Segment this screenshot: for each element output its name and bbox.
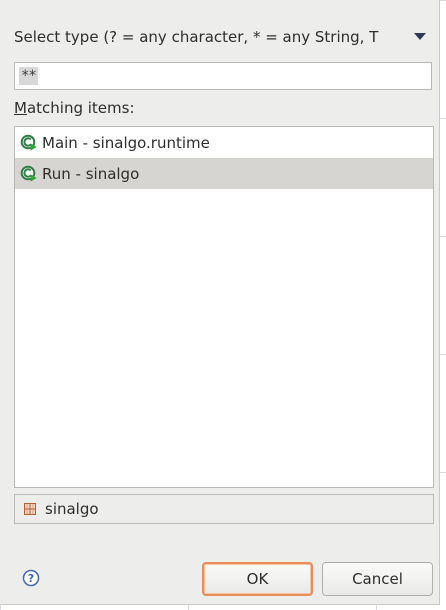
matching-items-list[interactable]: Main - sinalgo.runtime Run - sinalgo (14, 126, 434, 488)
package-label: sinalgo (45, 500, 99, 518)
type-search-input[interactable]: ** (14, 62, 432, 90)
list-item-label: Main - sinalgo.runtime (42, 133, 210, 152)
triangle-down-icon[interactable] (410, 27, 430, 47)
type-pattern-help-text: Select type (? = any character, * = any … (14, 28, 379, 46)
cancel-button[interactable]: Cancel (322, 562, 433, 596)
search-value[interactable]: ** (19, 67, 38, 85)
matching-items-label: Matching items: (14, 99, 135, 117)
package-icon (20, 499, 40, 519)
selected-package-status: sinalgo (14, 494, 434, 524)
class-runnable-icon (18, 132, 40, 154)
svg-text:?: ? (28, 572, 34, 585)
list-item[interactable]: Main - sinalgo.runtime (15, 127, 433, 158)
list-item-selected[interactable]: Run - sinalgo (15, 158, 433, 189)
ok-button[interactable]: OK (202, 562, 313, 596)
matching-items-label-text: atching items: (26, 99, 135, 117)
list-item-label: Run - sinalgo (42, 164, 140, 183)
help-icon[interactable]: ? (21, 568, 41, 588)
matching-items-accesskey: M (14, 99, 27, 117)
type-pattern-header: Select type (? = any character, * = any … (14, 25, 430, 49)
open-type-dialog: Select type (? = any character, * = any … (0, 0, 440, 605)
class-runnable-icon (18, 163, 40, 185)
